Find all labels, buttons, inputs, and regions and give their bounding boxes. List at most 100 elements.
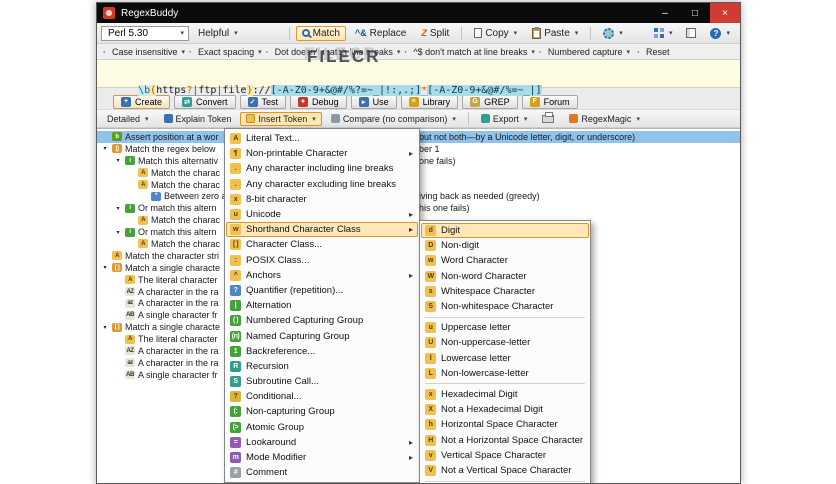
menu-item-icon: [ ] <box>230 239 241 251</box>
helpful-dropdown[interactable]: Helpful <box>192 26 244 41</box>
page-tab[interactable]: ⇄ Convert <box>174 94 236 109</box>
regex-option-dropdown[interactable]: Exact spacing <box>187 47 264 57</box>
split-button[interactable]: Z Split <box>415 26 455 41</box>
regex-option-dropdown[interactable]: Dot doesn't match line breaks <box>264 47 403 57</box>
submenu-item[interactable]: L Non-lowercase-letter <box>421 366 589 381</box>
caret-down-icon <box>452 115 456 123</box>
panels-button[interactable] <box>680 26 702 41</box>
menu-item-label: Shorthand Character Class <box>246 224 361 236</box>
submenu-item[interactable]: l Lowercase letter <box>421 351 589 366</box>
regex-editor[interactable]: \b(https?|ftp|file)://[-A-Z0-9+&@#/%?=~_… <box>97 60 740 96</box>
layout-dropdown[interactable] <box>648 26 679 41</box>
close-button[interactable]: × <box>710 3 740 23</box>
regex-option-dropdown[interactable]: Numbered capture <box>537 47 632 57</box>
export-dropdown[interactable]: Export <box>475 112 534 126</box>
tree-node-label: Match the regex below <box>125 143 216 154</box>
regex-option-dropdown[interactable]: Case insensitive <box>101 47 187 57</box>
submenu-item[interactable]: d Digit <box>421 223 589 239</box>
settings-dropdown[interactable] <box>597 26 629 41</box>
tab-label: Library <box>422 96 451 107</box>
submenu-item[interactable]: w Word Character <box>421 253 589 268</box>
help-dropdown[interactable] <box>704 26 736 41</box>
menu-item[interactable]: . Any character including line breaks <box>226 161 418 176</box>
match-button[interactable]: Match <box>295 25 346 41</box>
page-tab[interactable]: F Forum <box>521 94 578 109</box>
menu-item[interactable]: R Recursion <box>226 359 418 374</box>
submenu-item[interactable]: s Whitespace Character <box>421 284 589 299</box>
expander-icon[interactable]: ▾ <box>101 324 109 331</box>
regex-option-dropdown[interactable]: ^$ don't match at line breaks <box>402 47 537 57</box>
menu-item[interactable]: S Subroutine Call... <box>226 374 418 389</box>
submenu-item[interactable]: X Not a Hexadecimal Digit <box>421 402 589 417</box>
page-tab[interactable]: ≡ Library <box>400 94 459 109</box>
tree-node-text-continuation: his one fails) <box>419 203 470 214</box>
menu-item[interactable]: : POSIX Class... <box>226 253 418 268</box>
expander-icon[interactable]: ▾ <box>101 145 109 152</box>
tree-node-icon: A <box>112 251 122 261</box>
submenu-item[interactable]: v Vertical Space Character <box>421 448 589 463</box>
main-toolbar: Perl 5.30 Helpful Match ^& Replace Z Spl… <box>97 23 740 44</box>
maximize-button[interactable]: □ <box>680 3 710 23</box>
menu-item[interactable]: w Shorthand Character Class <box>226 222 418 238</box>
menu-item[interactable]: x 8-bit character <box>226 192 418 207</box>
regexmagic-dropdown[interactable]: RegexMagic <box>563 112 646 126</box>
submenu-item[interactable]: H Not a Horizontal Space Character <box>421 432 589 447</box>
menu-item[interactable]: # Comment <box>226 465 418 480</box>
menu-item[interactable]: m Mode Modifier <box>226 450 418 465</box>
page-tab[interactable]: ● Debug <box>290 94 347 109</box>
submenu-item-icon: U <box>425 337 436 349</box>
menu-item[interactable]: (: Non-capturing Group <box>226 404 418 419</box>
paste-button[interactable]: Paste <box>526 26 584 41</box>
detail-level-dropdown[interactable]: Detailed <box>101 112 155 126</box>
menu-item[interactable]: ^ Anchors <box>226 268 418 283</box>
submenu-item-icon: l <box>425 352 436 364</box>
menu-item[interactable]: ( ) Numbered Capturing Group <box>226 313 418 328</box>
page-tab[interactable]: ✓ Test <box>239 94 287 109</box>
print-button[interactable] <box>536 111 560 125</box>
caret-down-icon <box>575 29 579 37</box>
expander-icon[interactable]: ▾ <box>114 205 122 212</box>
menu-item[interactable]: | Alternation <box>226 298 418 313</box>
submenu-item[interactable]: h Horizontal Space Character <box>421 417 589 432</box>
menu-item[interactable]: u Unicode <box>226 207 418 222</box>
page-tab[interactable]: ▸ Use <box>350 94 397 109</box>
menu-item[interactable]: (n) Named Capturing Group <box>226 328 418 343</box>
submenu-item[interactable] <box>421 478 589 483</box>
submenu-item[interactable]: x Hexadecimal Digit <box>421 387 589 402</box>
caret-down-icon <box>397 48 401 56</box>
expander-icon[interactable]: ▾ <box>101 264 109 271</box>
tab-icon: ● <box>298 96 309 107</box>
copy-button[interactable]: Copy <box>468 26 523 41</box>
menu-item[interactable]: ? Conditional... <box>226 389 418 404</box>
menu-item[interactable]: 1 Backreference... <box>226 344 418 359</box>
menu-item[interactable]: A Literal Text... <box>226 131 418 146</box>
submenu-item[interactable]: V Not a Vertical Space Character <box>421 463 589 478</box>
reset-button[interactable]: Reset <box>635 47 672 57</box>
tree-node-label: Match a single characte <box>125 262 221 273</box>
compare-dropdown[interactable]: Compare (no comparison) <box>325 112 462 126</box>
submenu-item[interactable]: S Non-whitespace Character <box>421 299 589 314</box>
tree-node-icon: * <box>151 191 161 201</box>
explain-token-button[interactable]: Explain Token <box>158 112 238 126</box>
submenu-item[interactable]: W Non-word Character <box>421 269 589 284</box>
expander-icon[interactable]: ▾ <box>114 229 122 236</box>
submenu-item[interactable]: u Uppercase letter <box>421 320 589 335</box>
replace-button[interactable]: ^& Replace <box>349 26 412 41</box>
minimize-button[interactable]: – <box>650 3 680 23</box>
menu-item[interactable]: = Lookaround <box>226 435 418 450</box>
submenu-item[interactable]: U Non-uppercase-letter <box>421 335 589 350</box>
titlebar[interactable]: RegexBuddy – □ × <box>97 3 740 23</box>
menu-item[interactable]: ? Quantifier (repetition)... <box>226 283 418 298</box>
flavor-select[interactable]: Perl 5.30 <box>101 25 189 41</box>
menu-item[interactable]: ¶ Non-printable Character <box>226 146 418 161</box>
tree-node-icon: () <box>112 144 122 154</box>
menu-item[interactable]: (> Atomic Group <box>226 420 418 435</box>
page-tab[interactable]: G GREP <box>462 94 518 109</box>
menu-item-label: Any character including line breaks <box>246 163 394 175</box>
menu-item[interactable]: . Any character excluding line breaks <box>226 177 418 192</box>
submenu-item[interactable]: D Non-digit <box>421 238 589 253</box>
insert-token-button[interactable]: Insert Token <box>240 111 322 126</box>
page-tab[interactable]: + Create <box>113 94 171 109</box>
menu-item[interactable]: [ ] Character Class... <box>226 237 418 252</box>
expander-icon[interactable]: ▾ <box>114 157 122 164</box>
